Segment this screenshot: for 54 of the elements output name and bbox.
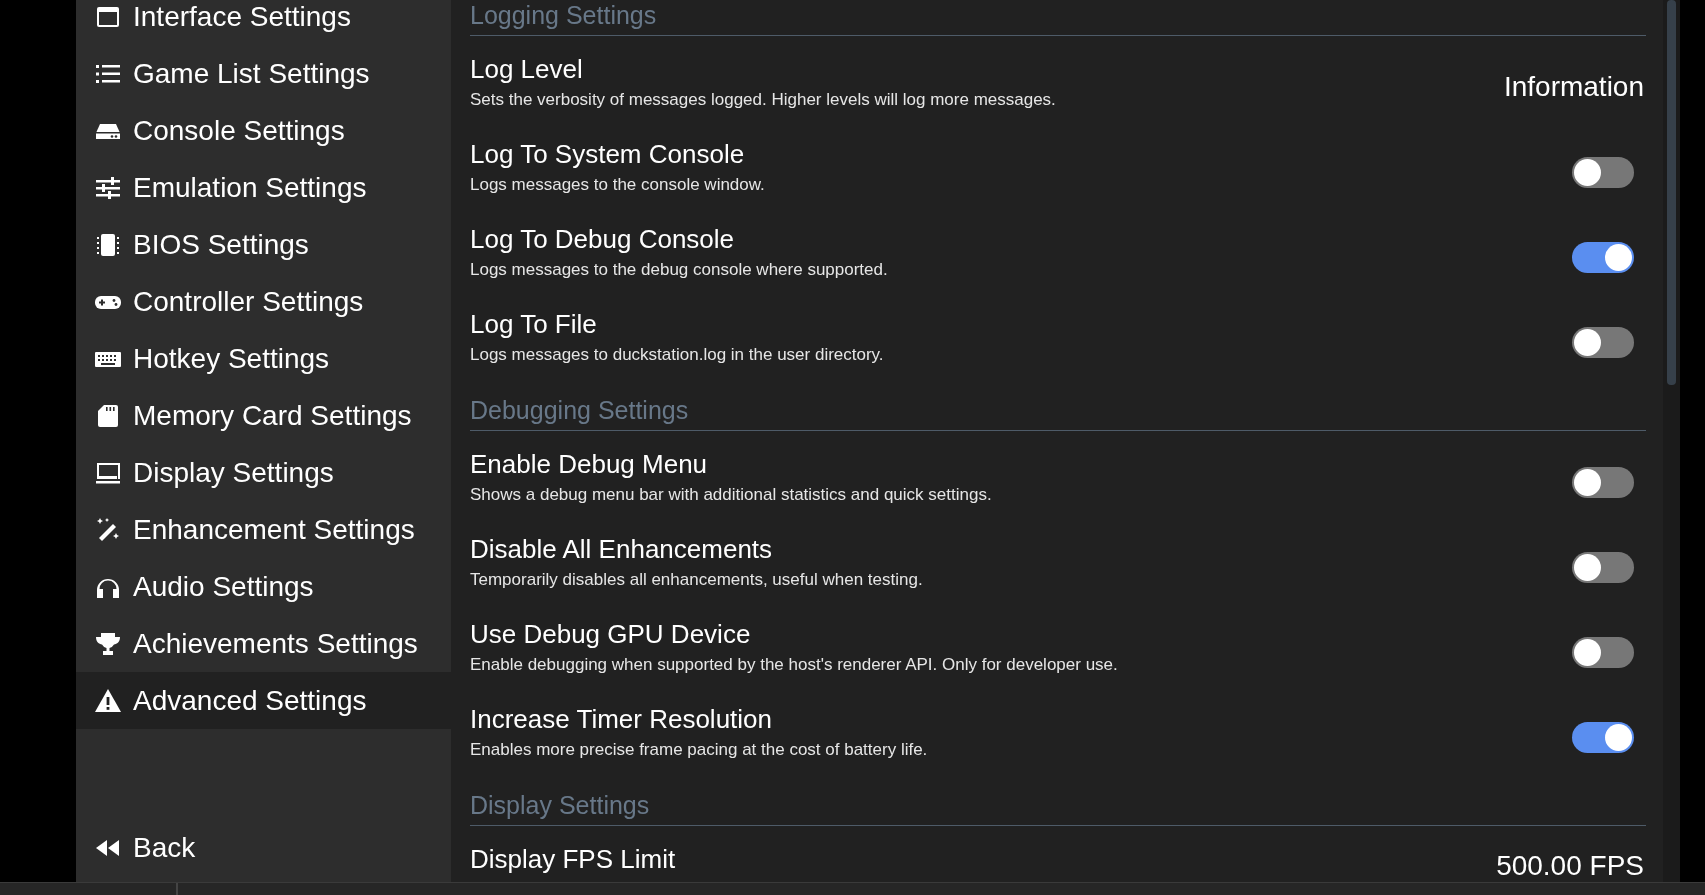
- setting-description: Enables more precise frame pacing at the cost of battery life.: [470, 739, 928, 761]
- setting-row[interactable]: Log To System Console Logs messages to the console window.: [470, 121, 1646, 206]
- setting-title: Log To System Console: [470, 138, 746, 170]
- setting-value: Information: [1503, 70, 1645, 104]
- setting-row[interactable]: Display FPS Limit 500.00 FPS: [470, 826, 1646, 882]
- section-header: Display Settings: [470, 790, 650, 821]
- toggle-switch[interactable]: [1572, 551, 1634, 583]
- toggle-switch[interactable]: [1572, 326, 1634, 358]
- setting-description: Shows a debug menu bar with additional statistics and quick settings.: [470, 484, 992, 506]
- setting-title: Log To Debug Console: [470, 223, 736, 255]
- setting-description: Logs messages to duckstation.log in the user directory.: [470, 344, 884, 366]
- sidebar-item[interactable]: Audio Settings: [76, 558, 451, 615]
- setting-row[interactable]: Log To File Logs messages to duckstation.log in the user directory.: [470, 291, 1646, 376]
- setting-description: Logs messages to the console window.: [470, 174, 765, 196]
- scrollbar-thumb[interactable]: [1667, 0, 1676, 385]
- setting-row[interactable]: Increase Timer Resolution Enables more precise frame pacing at the cost of battery life.: [470, 686, 1646, 771]
- sidebar-item[interactable]: Console Settings: [76, 102, 451, 159]
- sidebar-item[interactable]: Game List Settings: [76, 45, 451, 102]
- setting-title: Display FPS Limit: [470, 843, 676, 875]
- sidebar-item[interactable]: Hotkey Settings: [76, 330, 451, 387]
- toggle-switch[interactable]: [1572, 156, 1634, 188]
- setting-description: Logs messages to the debug console where supported.: [470, 259, 888, 281]
- sidebar-item[interactable]: Achievements Settings: [76, 615, 451, 672]
- sidebar-item[interactable]: Controller Settings: [76, 273, 451, 330]
- setting-row[interactable]: Enable Debug Menu Shows a debug menu bar with additional statistics and quick settings.: [470, 431, 1646, 516]
- sidebar-item[interactable]: Display Settings: [76, 444, 451, 501]
- setting-title: Use Debug GPU Device: [470, 618, 752, 650]
- setting-description: Temporarily disables all enhancements, useful when testing.: [470, 569, 923, 591]
- section-header: Logging Settings: [470, 0, 657, 31]
- setting-description: Sets the verbosity of messages logged. Higher levels will log more messages.: [470, 89, 1056, 111]
- sidebar-item[interactable]: BIOS Settings: [76, 216, 451, 273]
- scrollbar[interactable]: [1663, 0, 1680, 882]
- sidebar-item[interactable]: Interface Settings: [76, 0, 451, 45]
- toggle-switch[interactable]: [1572, 241, 1634, 273]
- setting-title: Log To File: [470, 308, 598, 340]
- sidebar-item[interactable]: Memory Card Settings: [76, 387, 451, 444]
- sidebar-item[interactable]: Advanced Settings: [76, 672, 451, 729]
- setting-title: Log Level: [470, 53, 584, 85]
- toggle-switch[interactable]: [1572, 466, 1634, 498]
- toggle-switch[interactable]: [1572, 636, 1634, 668]
- sidebar-item[interactable]: Emulation Settings: [76, 159, 451, 216]
- setting-row[interactable]: Disable All Enhancements Temporarily disables all enhancements, useful when testing.: [470, 516, 1646, 601]
- setting-row[interactable]: Log Level Sets the verbosity of messages logged. Higher levels will log more messages. Information: [470, 36, 1646, 121]
- setting-description: Enable debugging when supported by the host's renderer API. Only for developer use.: [470, 654, 1118, 676]
- setting-row[interactable]: Log To Debug Console Logs messages to the debug console where supported.: [470, 206, 1646, 291]
- setting-title: Enable Debug Menu: [470, 448, 709, 480]
- setting-title: Disable All Enhancements: [470, 533, 774, 565]
- section-header: Debugging Settings: [470, 395, 689, 426]
- setting-row[interactable]: Use Debug GPU Device Enable debugging when supported by the host's renderer API. Only for developer use.: [470, 601, 1646, 686]
- toggle-switch[interactable]: [1572, 721, 1634, 753]
- setting-value: 500.00 FPS: [1496, 850, 1645, 881]
- sidebar-item[interactable]: Enhancement Settings: [76, 501, 451, 558]
- setting-title: Increase Timer Resolution: [470, 703, 774, 735]
- back-button[interactable]: Back: [76, 819, 451, 876]
